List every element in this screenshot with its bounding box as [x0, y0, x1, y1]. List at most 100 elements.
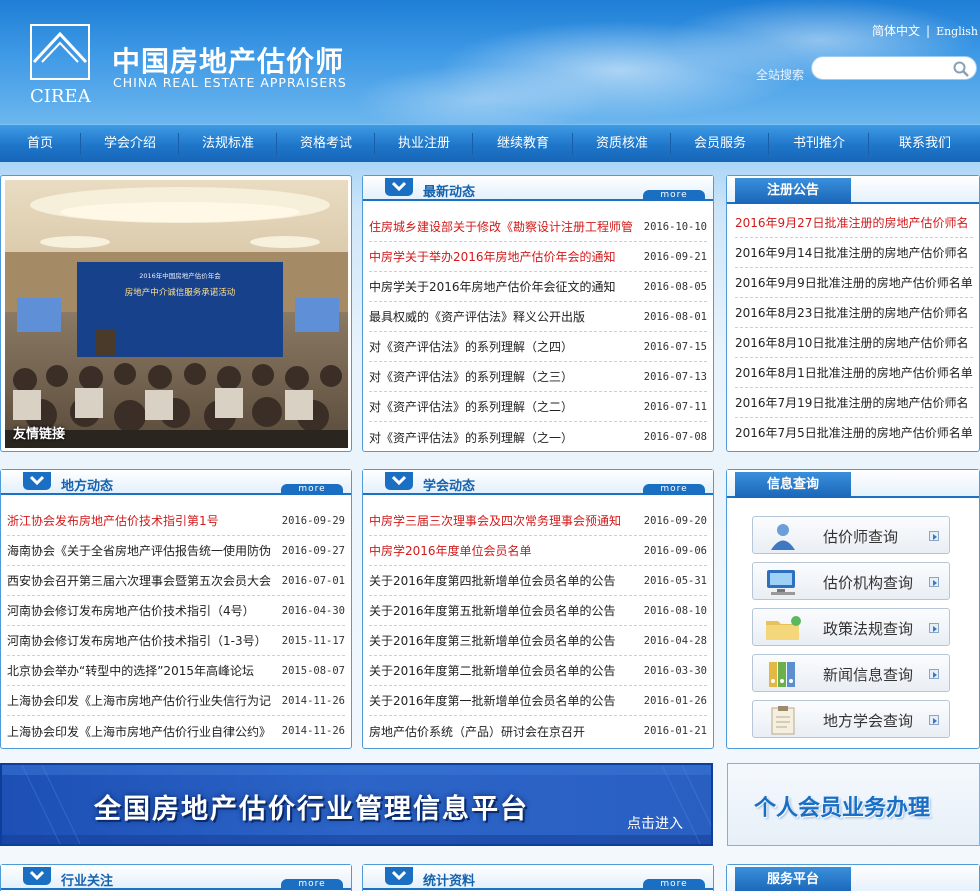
news-item[interactable]: 关于2016年度第四批新增单位会员名单的公告 2016-05-31 [369, 566, 707, 596]
arrow-right-icon [929, 623, 939, 633]
nav-item-registration[interactable]: 执业注册 [376, 125, 472, 163]
latest-news-panel: 最新动态 more 住房城乡建设部关于修改《勘察设计注册工程师管 2016-10-… [362, 175, 714, 452]
news-item[interactable]: 海南协会《关于全省房地产评估报告统一使用防伪 2016-09-27 [7, 536, 345, 566]
news-item[interactable]: 中房学2016年度单位会员名单 2016-09-06 [369, 536, 707, 566]
news-item[interactable]: 对《资产评估法》的系列理解（之四） 2016-07-15 [369, 332, 707, 362]
nav-divider [276, 133, 277, 155]
nav-item-exam[interactable]: 资格考试 [278, 125, 374, 163]
site-logo[interactable]: CIREA [30, 24, 91, 107]
folder-icon [763, 613, 803, 643]
photo-caption[interactable]: 友情链接 [13, 423, 65, 442]
chevron-down-icon [23, 867, 51, 885]
news-item[interactable]: 中房学关于举办2016年房地产估价年会的通知 2016-09-21 [369, 242, 707, 272]
panel-title: 服务平台 [735, 867, 851, 891]
banner-main-title: 全国房地产估价行业管理信息平台 [94, 794, 529, 825]
news-item[interactable]: 对《资产评估法》的系列理解（之一） 2016-07-08 [369, 422, 707, 452]
news-date: 2016-07-15 [643, 340, 707, 353]
registration-panel: 注册公告 2016年9月27日批准注册的房地产估价师名 2016年9月14日批准… [726, 175, 980, 452]
panel-header: 信息查询 [727, 470, 979, 498]
arrow-right-icon [929, 715, 939, 725]
binders-icon [763, 659, 803, 689]
industry-panel: 行业关注 more [0, 864, 352, 891]
news-date: 2014-11-26 [281, 725, 345, 737]
member-service-banner[interactable]: 个人会员业务办理 [727, 763, 980, 846]
notice-item[interactable]: 2016年8月23日批准注册的房地产估价师名 [735, 298, 973, 328]
news-item[interactable]: 河南协会修订发布房地产估价技术指引（4号） 2016-04-30 [7, 596, 345, 626]
query-label: 估价师查询 [823, 528, 899, 546]
news-item[interactable]: 中房学三届三次理事会及四次常务理事会预通知 2016-09-20 [369, 506, 707, 536]
news-item[interactable]: 上海协会印发《上海市房地产估价行业失信行为记 2014-11-26 [7, 686, 345, 716]
news-date: 2016-01-26 [643, 694, 707, 707]
photo-slideshow[interactable]: 2016年中国房地产估价年会 房地产中介诚信服务承诺活动 友情链接 [0, 175, 352, 452]
more-link[interactable]: more [643, 484, 705, 495]
news-item[interactable]: 最具权威的《资产评估法》释义公开出版 2016-08-01 [369, 302, 707, 332]
notice-item[interactable]: 2016年9月9日批准注册的房地产估价师名单 [735, 268, 973, 298]
news-item[interactable]: 关于2016年度第一批新增单位会员名单的公告 2016-01-26 [369, 686, 707, 716]
nav-divider [374, 133, 375, 155]
info-query-panel: 信息查询 估价师查询 估价机构查询 政策法规查询 新闻信息查询 地方学会查询 [726, 469, 980, 749]
agency-query-button[interactable]: 估价机构查询 [752, 562, 950, 600]
news-query-button[interactable]: 新闻信息查询 [752, 654, 950, 692]
notice-item[interactable]: 2016年9月27日批准注册的房地产估价师名 [735, 208, 973, 238]
news-item[interactable]: 浙江协会发布房地产估价技术指引第1号 2016-09-29 [7, 506, 345, 536]
lang-chinese-link[interactable]: 简体中文 [872, 24, 920, 38]
nav-item-education[interactable]: 继续教育 [474, 125, 572, 163]
news-date: 2016-01-21 [643, 725, 707, 737]
news-item[interactable]: 住房城乡建设部关于修改《勘察设计注册工程师管 2016-10-10 [369, 212, 707, 242]
news-title: 关于2016年度第一批新增单位会员名单的公告 [369, 694, 616, 708]
notice-item[interactable]: 2016年7月5日批准注册的房地产估价师名单 [735, 418, 973, 448]
nav-item-about[interactable]: 学会介绍 [82, 125, 178, 163]
news-item[interactable]: 房地产估价系统（产品）研讨会在京召开 2016-01-21 [369, 716, 707, 746]
nav-item-publications[interactable]: 书刊推介 [770, 125, 868, 163]
news-title: 中房学三届三次理事会及四次常务理事会预通知 [369, 514, 622, 528]
news-title: 对《资产评估法》的系列理解（之四） [369, 340, 574, 354]
news-title: 关于2016年度第二批新增单位会员名单的公告 [369, 664, 616, 678]
more-link[interactable]: more [643, 879, 705, 890]
news-item[interactable]: 中房学关于2016年房地产估价年会征文的通知 2016-08-05 [369, 272, 707, 302]
panel-title: 统计资料 [423, 874, 476, 889]
lang-english-link[interactable]: English [936, 25, 978, 38]
news-item[interactable]: 对《资产评估法》的系列理解（之二） 2016-07-11 [369, 392, 707, 422]
news-date: 2016-09-29 [281, 514, 345, 527]
logo-house-icon [30, 24, 90, 80]
notice-item[interactable]: 2016年8月1日批准注册的房地产估价师名单 [735, 358, 973, 388]
banner-enter-link[interactable]: 点击进入 [627, 813, 683, 833]
news-title: 中房学2016年度单位会员名单 [369, 544, 532, 558]
appraiser-query-button[interactable]: 估价师查询 [752, 516, 950, 554]
news-item[interactable]: 上海协会印发《上海市房地产估价行业自律公约》 2014-11-26 [7, 716, 345, 746]
news-item[interactable]: 关于2016年度第五批新增单位会员名单的公告 2016-08-10 [369, 596, 707, 626]
policy-query-button[interactable]: 政策法规查询 [752, 608, 950, 646]
notice-item[interactable]: 2016年7月19日批准注册的房地产估价师名 [735, 388, 973, 418]
notice-item[interactable]: 2016年9月14日批准注册的房地产估价师名 [735, 238, 973, 268]
person-icon [763, 521, 803, 551]
banner-side-title: 个人会员业务办理 [754, 796, 931, 821]
stats-panel: 统计资料 more [362, 864, 714, 891]
news-list: 住房城乡建设部关于修改《勘察设计注册工程师管 2016-10-10 中房学关于举办… [369, 212, 707, 452]
nav-divider [178, 133, 179, 155]
panel-title: 最新动态 [423, 185, 476, 200]
more-link[interactable]: more [643, 190, 705, 201]
news-item[interactable]: 北京协会举办“转型中的选择”2015年高峰论坛 2015-08-07 [7, 656, 345, 686]
more-link[interactable]: more [281, 879, 343, 890]
service-platform-panel: 服务平台 [726, 864, 980, 891]
search-icon[interactable] [952, 60, 970, 78]
management-platform-banner[interactable]: 全国房地产估价行业管理信息平台 点击进入 [0, 763, 713, 846]
nav-item-contact[interactable]: 联系我们 [870, 125, 980, 163]
nav-item-home[interactable]: 首页 [0, 125, 80, 163]
news-item[interactable]: 关于2016年度第二批新增单位会员名单的公告 2016-03-30 [369, 656, 707, 686]
nav-item-member-service[interactable]: 会员服务 [672, 125, 768, 163]
notice-item[interactable]: 2016年8月10日批准注册的房地产估价师名 [735, 328, 973, 358]
news-item[interactable]: 对《资产评估法》的系列理解（之三） 2016-07-13 [369, 362, 707, 392]
nav-item-qualification[interactable]: 资质核准 [574, 125, 670, 163]
news-title: 房地产估价系统（产品）研讨会在京召开 [369, 724, 586, 739]
news-item[interactable]: 河南协会修订发布房地产估价技术指引（1-3号） 2015-11-17 [7, 626, 345, 656]
nav-divider [670, 133, 671, 155]
nav-item-regulations[interactable]: 法规标准 [180, 125, 276, 163]
news-title: 上海协会印发《上海市房地产估价行业失信行为记 [7, 694, 272, 708]
news-item[interactable]: 西安协会召开第三届六次理事会暨第五次会员大会 2016-07-01 [7, 566, 345, 596]
screen-subtitle-text: 房地产中介诚信服务承诺活动 [125, 287, 236, 298]
local-society-query-button[interactable]: 地方学会查询 [752, 700, 950, 738]
more-link[interactable]: more [281, 484, 343, 495]
news-date: 2016-07-08 [643, 431, 707, 443]
news-item[interactable]: 关于2016年度第三批新增单位会员名单的公告 2016-04-28 [369, 626, 707, 656]
